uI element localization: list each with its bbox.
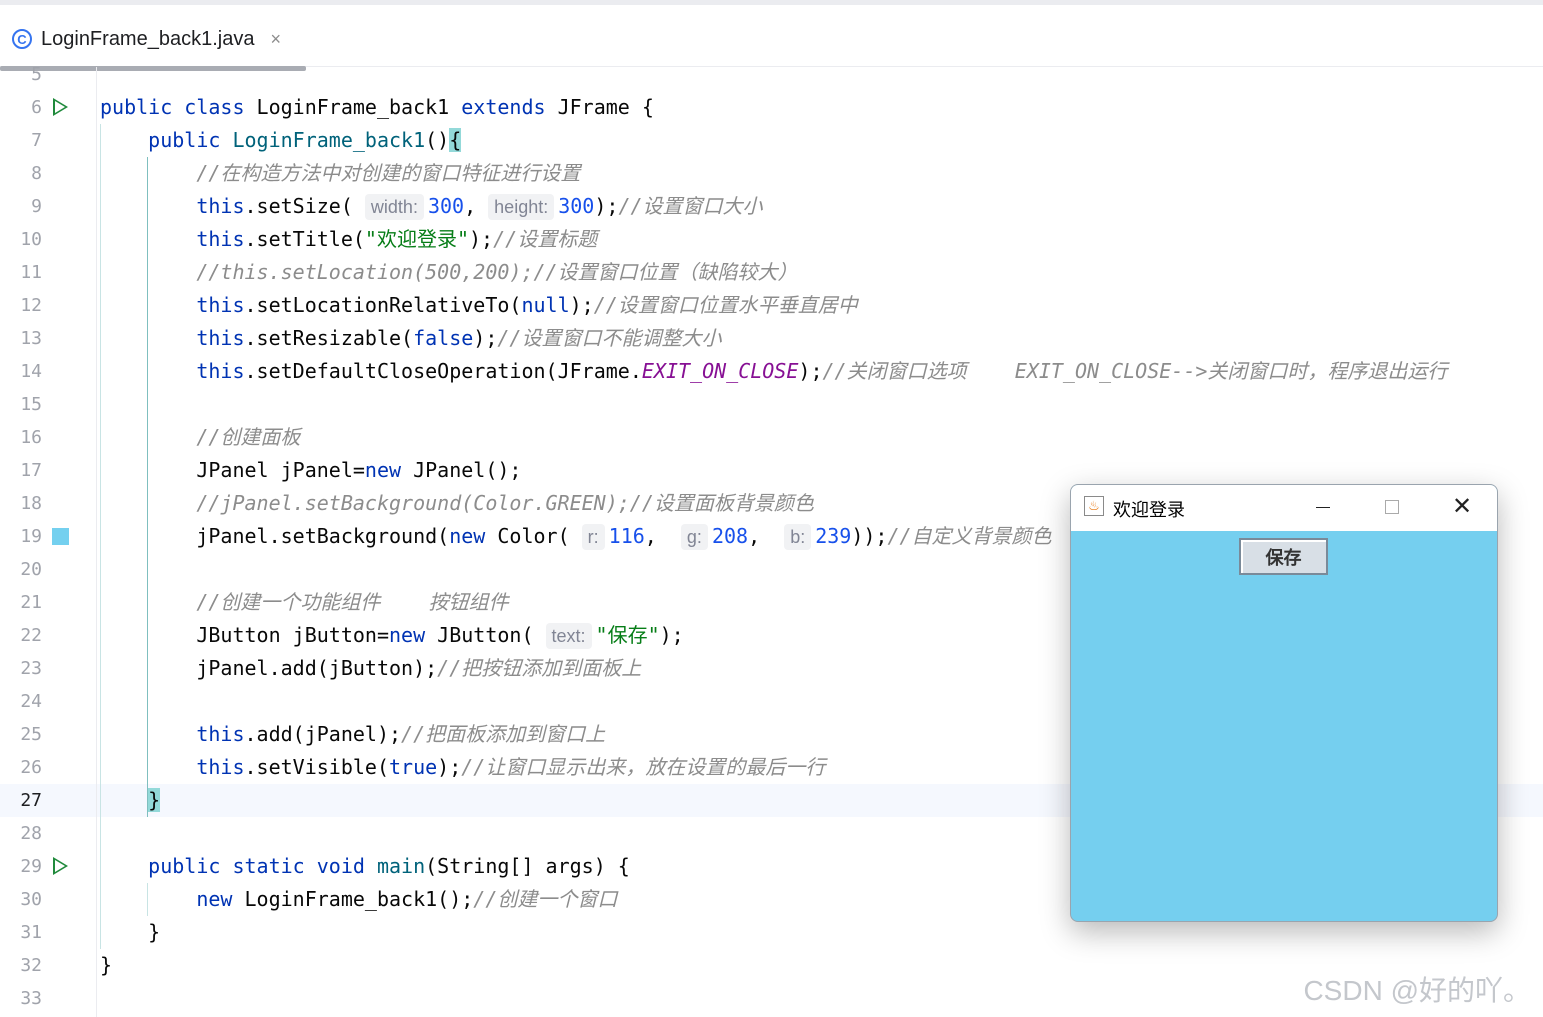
code-line[interactable]: 12 this.setLocationRelativeTo(null);//设置…	[0, 289, 1543, 322]
line-number: 25	[20, 724, 42, 745]
line-number: 13	[20, 328, 42, 349]
line-number: 27	[20, 790, 42, 811]
code-line[interactable]: 13 this.setResizable(false);//设置窗口不能调整大小	[0, 322, 1543, 355]
line-number: 11	[20, 262, 42, 283]
code-line[interactable]: 8 //在构造方法中对创建的窗口特征进行设置	[0, 157, 1543, 190]
code-text: public class LoginFrame_back1 extends JF…	[100, 95, 654, 119]
code-text: this.setTitle("欢迎登录");//设置标题	[196, 227, 598, 251]
line-number: 22	[20, 625, 42, 646]
code-text: this.setDefaultCloseOperation(JFrame.EXI…	[196, 359, 1448, 383]
java-class-icon: C	[12, 29, 32, 49]
line-number: 10	[20, 229, 42, 250]
indent-guide	[147, 157, 148, 817]
editor-tab[interactable]: C LoginFrame_back1.java ×	[12, 23, 281, 55]
line-number: 28	[20, 823, 42, 844]
code-line[interactable]: 11 //this.setLocation(500,200);//设置窗口位置（…	[0, 256, 1543, 289]
close-icon[interactable]: ×	[270, 29, 281, 50]
code-text: //this.setLocation(500,200);//设置窗口位置（缺陷较…	[196, 260, 798, 284]
line-number: 19	[20, 526, 42, 547]
line-number: 30	[20, 889, 42, 910]
line-number: 5	[31, 64, 42, 85]
line-number: 32	[20, 955, 42, 976]
line-number: 14	[20, 361, 42, 382]
parameter-hint: b:	[784, 524, 812, 550]
code-line[interactable]: 5	[0, 58, 1543, 91]
line-number: 23	[20, 658, 42, 679]
line-number: 20	[20, 559, 42, 580]
window-title-bar[interactable]: ♨ 欢迎登录 ✕	[1071, 485, 1497, 531]
code-line[interactable]: 17 JPanel jPanel=new JPanel();	[0, 454, 1543, 487]
line-number: 16	[20, 427, 42, 448]
code-text: }	[100, 920, 161, 944]
line-number: 21	[20, 592, 42, 613]
code-line[interactable]: 10 this.setTitle("欢迎登录");//设置标题	[0, 223, 1543, 256]
code-text: //在构造方法中对创建的窗口特征进行设置	[196, 161, 581, 185]
code-text: public LoginFrame_back1(){	[148, 128, 462, 152]
line-number: 12	[20, 295, 42, 316]
code-text: JPanel jPanel=new JPanel();	[100, 458, 522, 482]
watermark: CSDN @好的吖。	[1303, 975, 1531, 1006]
line-number: 26	[20, 757, 42, 778]
code-line[interactable]: 15	[0, 388, 1543, 421]
swing-window[interactable]: ♨ 欢迎登录 ✕ 保存	[1070, 484, 1498, 922]
code-text: this.setSize( width: 300, height: 300);//设…	[196, 194, 763, 220]
parameter-hint: r:	[581, 524, 605, 550]
line-number: 6	[31, 97, 42, 118]
code-line[interactable]: 6 public class LoginFrame_back1 extends J…	[0, 91, 1543, 124]
parameter-hint: g:	[680, 524, 708, 550]
color-preview-icon[interactable]	[52, 528, 69, 545]
line-number: 15	[20, 394, 42, 415]
run-icon[interactable]	[53, 857, 68, 875]
code-line[interactable]: 7 public LoginFrame_back1(){	[0, 124, 1543, 157]
code-text: this.setLocationRelativeTo(null);//设置窗口位…	[196, 293, 858, 317]
save-button[interactable]: 保存	[1239, 538, 1328, 575]
line-number: 24	[20, 691, 42, 712]
parameter-hint: width:	[364, 194, 424, 220]
code-line[interactable]: 16 //创建面板	[0, 421, 1543, 454]
tab-title: LoginFrame_back1.java	[41, 27, 255, 50]
code-text: //创建面板	[196, 425, 301, 449]
code-text: //创建一个功能组件 按钮组件	[196, 590, 509, 614]
line-number: 9	[31, 196, 42, 217]
code-text: }	[100, 953, 113, 977]
editor-tab-bar: C LoginFrame_back1.java ×	[0, 0, 1543, 71]
code-text: jPanel.setBackground(new Color( r: 116, g…	[100, 524, 1052, 550]
run-icon[interactable]	[53, 98, 68, 116]
line-number: 18	[20, 493, 42, 514]
java-app-icon: ♨	[1084, 496, 1104, 516]
code-text: this.add(jPanel);//把面板添加到窗口上	[196, 722, 606, 746]
indent-guide	[147, 883, 148, 916]
parameter-hint: text:	[545, 623, 592, 649]
code-text: new LoginFrame_back1();//创建一个窗口	[196, 887, 618, 911]
gutter-divider	[96, 67, 97, 1017]
window-title: 欢迎登录	[1113, 500, 1185, 520]
line-number: 31	[20, 922, 42, 943]
line-number: 29	[20, 856, 42, 877]
code-text: //jPanel.setBackground(Color.GREEN);//设置…	[196, 491, 814, 515]
code-text: jPanel.add(jButton);//把按钮添加到面板上	[100, 656, 642, 680]
indent-guide	[100, 124, 101, 949]
line-number: 7	[31, 130, 42, 151]
code-text: this.setVisible(true);//让窗口显示出来，放在设置的最后一…	[196, 755, 826, 779]
code-text: JButton jButton=new JButton( text: "保存");	[100, 623, 684, 649]
code-line[interactable]: 9 this.setSize( width: 300, height: 300);/…	[0, 190, 1543, 223]
line-number: 33	[20, 988, 42, 1009]
maximize-button[interactable]	[1372, 491, 1412, 523]
code-text: }	[148, 788, 161, 812]
minimize-button[interactable]	[1303, 491, 1343, 523]
line-number: 8	[31, 163, 42, 184]
code-line[interactable]: 14 this.setDefaultCloseOperation(JFrame.…	[0, 355, 1543, 388]
code-text: this.setResizable(false);//设置窗口不能调整大小	[196, 326, 722, 350]
close-button[interactable]: ✕	[1442, 491, 1482, 523]
parameter-hint: height:	[488, 194, 555, 220]
code-text: public static void main(String[] args) {	[148, 854, 630, 878]
line-number: 17	[20, 460, 42, 481]
